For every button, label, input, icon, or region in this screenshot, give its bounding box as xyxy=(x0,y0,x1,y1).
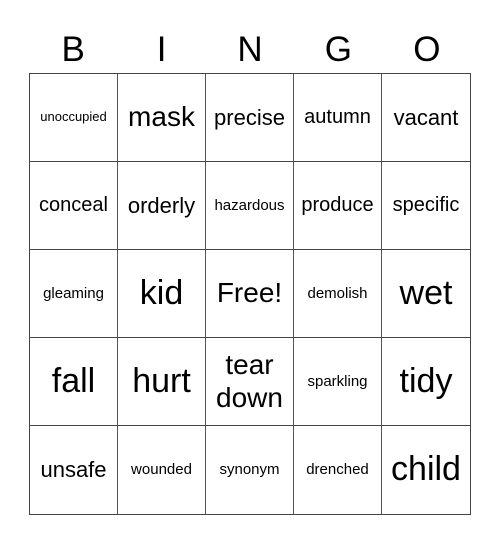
free-space-cell: Free! xyxy=(206,250,294,338)
bingo-cell: gleaming xyxy=(30,250,118,338)
bingo-cell: mask xyxy=(118,74,206,162)
bingo-cell: synonym xyxy=(206,426,294,514)
bingo-cell: drenched xyxy=(294,426,382,514)
bingo-cell: conceal xyxy=(30,162,118,250)
bingo-cell: wounded xyxy=(118,426,206,514)
bingo-card: unoccupied mask precise autumn vacant co… xyxy=(29,73,471,515)
bingo-cell: fall xyxy=(30,338,118,426)
bingo-cell: wet xyxy=(382,250,470,338)
bingo-cell: demolish xyxy=(294,250,382,338)
bingo-cell: unsafe xyxy=(30,426,118,514)
bingo-cell: precise xyxy=(206,74,294,162)
bingo-cell: tidy xyxy=(382,338,470,426)
bingo-cell: tear down xyxy=(206,338,294,426)
bingo-cell: kid xyxy=(118,250,206,338)
header-letter-i: I xyxy=(156,30,167,69)
bingo-cell: produce xyxy=(294,162,382,250)
header-letter-o: O xyxy=(413,30,441,69)
bingo-cell: sparkling xyxy=(294,338,382,426)
bingo-header: B I N G O xyxy=(29,28,471,72)
header-letter-n: N xyxy=(237,30,263,69)
header-letter-g: G xyxy=(324,30,353,69)
bingo-cell: hurt xyxy=(118,338,206,426)
bingo-cell: hazardous xyxy=(206,162,294,250)
bingo-cell: orderly xyxy=(118,162,206,250)
bingo-cell: vacant xyxy=(382,74,470,162)
bingo-cell: unoccupied xyxy=(30,74,118,162)
header-letter-b: B xyxy=(61,30,85,69)
bingo-cell: autumn xyxy=(294,74,382,162)
bingo-cell: child xyxy=(391,450,461,489)
bingo-cell: specific xyxy=(382,162,470,250)
